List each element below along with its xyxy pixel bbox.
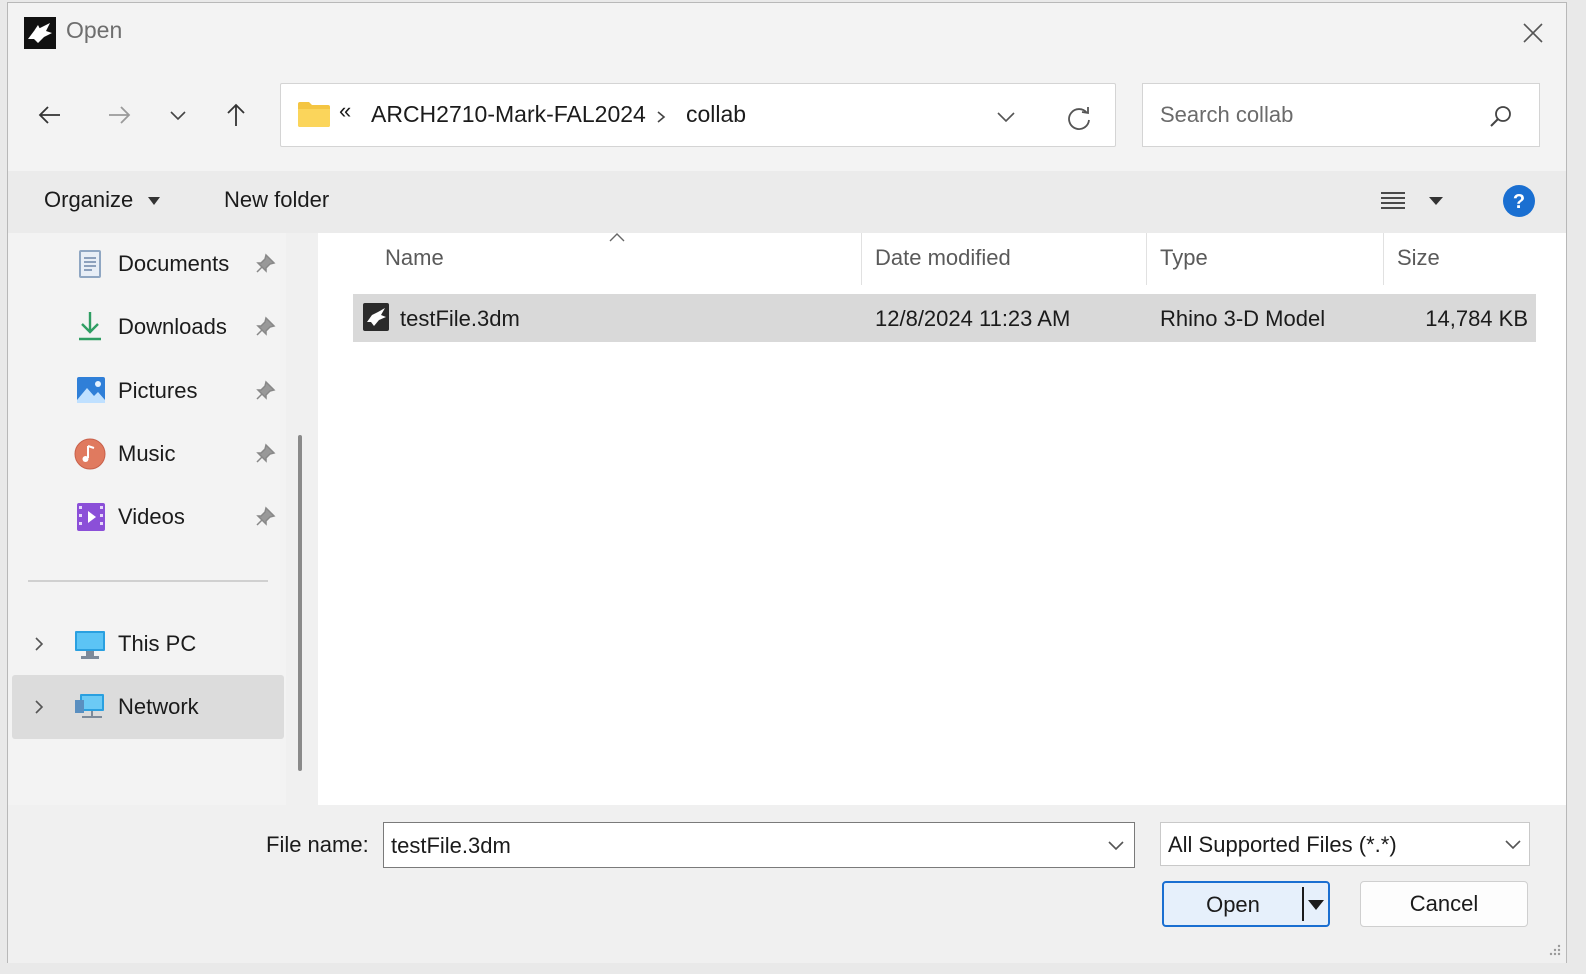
column-divider[interactable] <box>861 233 862 285</box>
breadcrumb-segment-current[interactable]: collab <box>686 101 746 128</box>
sidebar-scrollbar[interactable] <box>298 435 302 771</box>
file-date-cell: 12/8/2024 11:23 AM <box>875 306 1071 331</box>
column-divider[interactable] <box>1146 233 1147 285</box>
music-icon <box>74 438 106 470</box>
sidebar-item-music[interactable]: Music <box>68 431 278 477</box>
new-folder-button[interactable]: New folder <box>224 187 329 213</box>
title-bar <box>8 3 1566 61</box>
open-options-caret-icon[interactable] <box>1306 898 1326 912</box>
breadcrumb-segment-parent[interactable]: ARCH2710-Mark-FAL2024 <box>371 101 646 128</box>
file-size-cell: 14,784 KB <box>1425 306 1528 331</box>
folder-icon <box>298 102 330 127</box>
documents-icon <box>79 250 101 278</box>
search-icon <box>1490 106 1511 127</box>
address-bar[interactable]: « ARCH2710-Mark-FAL2024 collab <box>280 83 1116 147</box>
open-dialog: Open « ARCH2710-Mark-FAL2024 collab Sear… <box>7 2 1567 963</box>
organize-label: Organize <box>44 187 134 212</box>
caret-down-icon <box>148 197 161 206</box>
pin-icon <box>256 253 276 273</box>
chevron-down-icon[interactable] <box>1106 839 1126 853</box>
search-box[interactable]: Search collab <box>1142 83 1540 147</box>
file-name-cell: testFile.3dm <box>400 306 520 331</box>
file-type-cell: Rhino 3-D Model <box>1160 306 1326 331</box>
file-type-select[interactable]: All Supported Files (*.*) <box>1160 822 1530 866</box>
cancel-button[interactable]: Cancel <box>1360 881 1528 927</box>
list-view-icon <box>1381 192 1405 209</box>
pane-separator[interactable] <box>286 233 318 805</box>
open-button[interactable]: Open <box>1162 881 1330 927</box>
open-button-label: Open <box>1206 892 1260 917</box>
up-button[interactable] <box>214 93 258 137</box>
file-name-input[interactable]: testFile.3dm <box>383 822 1135 868</box>
sidebar-item-network[interactable]: Network <box>28 684 284 730</box>
view-options-button[interactable] <box>1380 187 1450 217</box>
chevron-right-icon <box>657 111 666 123</box>
help-icon[interactable]: ? <box>1502 184 1536 218</box>
breadcrumb-overflow[interactable]: « <box>339 98 351 124</box>
recent-locations-button[interactable] <box>158 93 198 137</box>
pin-icon <box>256 316 276 336</box>
sort-ascending-icon <box>609 233 625 242</box>
column-header-size[interactable]: Size <box>1397 245 1440 271</box>
sidebar-item-videos[interactable]: Videos <box>68 494 278 540</box>
pin-icon <box>256 506 276 526</box>
pin-icon <box>256 443 276 463</box>
chevron-down-icon <box>170 111 186 121</box>
back-button[interactable] <box>28 93 72 137</box>
file-type-value: All Supported Files (*.*) <box>1168 832 1397 857</box>
rhino-file-icon <box>363 303 389 331</box>
caret-down-icon <box>1429 197 1443 205</box>
sidebar-divider <box>28 580 268 582</box>
address-history-chevron-icon[interactable] <box>995 108 1017 126</box>
chevron-down-icon <box>1505 840 1521 850</box>
sidebar-item-label: Music <box>118 441 176 466</box>
sidebar-item-label: Pictures <box>118 378 198 403</box>
search-placeholder: Search collab <box>1160 102 1294 127</box>
sidebar-item-this-pc[interactable]: This PC <box>28 621 284 667</box>
split-divider <box>1302 887 1304 921</box>
pictures-icon <box>77 377 105 403</box>
this-pc-icon <box>75 631 105 659</box>
window-title: Open <box>66 17 123 43</box>
forward-button[interactable] <box>97 93 141 137</box>
resize-grip-icon[interactable] <box>1546 941 1562 957</box>
file-name-label: File name: <box>266 832 369 857</box>
sidebar-item-label: Videos <box>118 504 185 529</box>
column-header-name[interactable]: Name <box>385 245 444 271</box>
network-icon <box>75 694 104 718</box>
close-button[interactable] <box>1513 13 1553 53</box>
close-icon <box>1523 23 1543 43</box>
organize-menu[interactable]: Organize <box>44 187 161 213</box>
sidebar-item-label: Downloads <box>118 314 227 339</box>
column-divider[interactable] <box>1383 233 1384 285</box>
chevron-right-icon[interactable] <box>32 698 46 716</box>
svg-text:?: ? <box>1513 191 1525 213</box>
column-header-type[interactable]: Type <box>1160 245 1208 271</box>
sidebar-item-pictures[interactable]: Pictures <box>68 368 278 414</box>
sidebar-item-downloads[interactable]: Downloads <box>68 304 278 350</box>
downloads-icon <box>79 312 101 341</box>
column-header-date-modified[interactable]: Date modified <box>875 245 1011 271</box>
sidebar-item-label: Documents <box>118 251 230 276</box>
sidebar-item-label: This PC <box>118 631 197 656</box>
chevron-right-icon[interactable] <box>32 635 46 653</box>
arrow-left-icon <box>38 106 60 124</box>
arrow-up-icon <box>227 103 245 126</box>
sidebar-item-documents[interactable]: Documents <box>68 241 278 287</box>
refresh-icon[interactable] <box>1065 104 1093 132</box>
sidebar-item-label: Network <box>118 694 199 719</box>
videos-icon <box>77 503 105 531</box>
arrow-right-icon <box>109 106 131 124</box>
rhino-app-icon <box>24 17 56 49</box>
pin-icon <box>256 380 276 400</box>
file-name-value: testFile.3dm <box>391 833 511 858</box>
